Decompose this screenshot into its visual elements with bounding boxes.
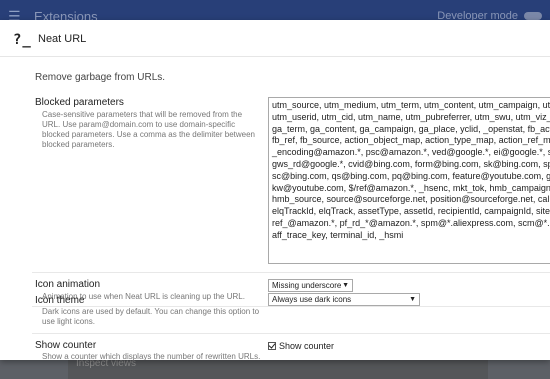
- icon-theme-select[interactable]: Always use dark icons ▼: [268, 293, 420, 306]
- show-counter-checkbox-label[interactable]: Show counter: [279, 341, 334, 351]
- blocked-parameters-textarea[interactable]: utm_source, utm_medium, utm_term, utm_co…: [268, 97, 550, 264]
- row-divider: [32, 333, 550, 334]
- icon-animation-select[interactable]: Missing underscore ▼: [268, 279, 353, 292]
- icon-animation-selected-value: Missing underscore: [272, 281, 342, 290]
- blocked-parameters-help: Case-sensitive parameters that will be r…: [42, 110, 255, 149]
- dialog-title: Neat URL: [38, 33, 87, 45]
- icon-theme-label: Icon theme: [35, 295, 85, 306]
- dropdown-arrow-icon: ▼: [409, 296, 416, 303]
- icon-theme-selected-value: Always use dark icons: [272, 295, 352, 304]
- neat-url-logo-icon: ?_: [13, 32, 32, 48]
- extension-description: Remove garbage from URLs.: [35, 72, 166, 83]
- show-counter-checkbox[interactable]: [268, 342, 276, 350]
- show-counter-checkbox-row[interactable]: Show counter: [268, 341, 334, 351]
- row-divider: [32, 272, 550, 273]
- options-dialog: ?_ Neat URL Remove garbage from URLs. Bl…: [0, 20, 550, 360]
- icon-animation-label: Icon animation: [35, 279, 101, 290]
- inspect-views-row: Inspect views: [68, 358, 488, 379]
- blocked-parameters-label: Blocked parameters: [35, 97, 124, 108]
- dropdown-arrow-icon: ▼: [342, 282, 349, 289]
- show-counter-help: Show a counter which displays the number…: [42, 352, 261, 360]
- icon-theme-help: Dark icons are used by default. You can …: [42, 307, 260, 326]
- toggle-switch-icon[interactable]: [524, 12, 542, 20]
- show-counter-label: Show counter: [35, 340, 97, 351]
- dialog-header: ?_ Neat URL: [0, 20, 550, 57]
